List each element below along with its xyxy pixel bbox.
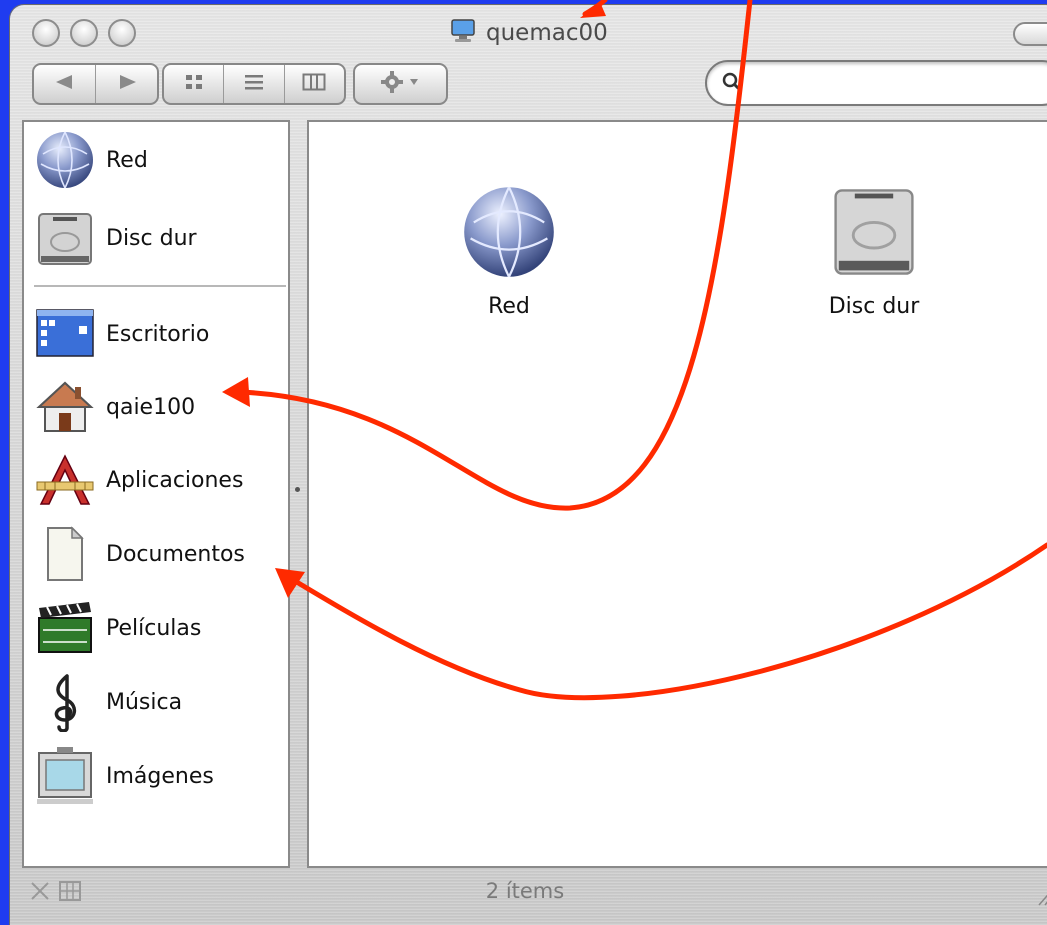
view-mode-buttons — [162, 63, 346, 105]
forward-button[interactable] — [96, 65, 157, 103]
window-title-text: quemac00 — [486, 20, 608, 46]
movies-clapper-icon — [34, 597, 96, 659]
magnifier-icon — [721, 71, 743, 97]
sidebar-item-label: Disc dur — [106, 225, 197, 251]
content-item-disc-dur[interactable]: Disc dur — [774, 184, 974, 319]
sidebar-item-label: Aplicaciones — [106, 467, 244, 493]
sidebar-item-label: Documentos — [106, 541, 245, 567]
gear-icon — [380, 70, 422, 98]
sidebar-item-qaie100[interactable]: qaie100 — [34, 375, 195, 439]
sidebar: Red Disc dur Escritorio qaie100 Aplicaci… — [22, 120, 290, 868]
file-browser-content: Red Disc dur — [307, 120, 1047, 868]
zoom-window-button[interactable] — [108, 19, 136, 47]
back-arrow-icon — [54, 74, 76, 94]
list-view-icon — [243, 73, 265, 95]
minimize-window-button[interactable] — [70, 19, 98, 47]
close-window-button[interactable] — [32, 19, 60, 47]
sidebar-item-escritorio[interactable]: Escritorio — [34, 302, 209, 366]
sidebar-item-label: Escritorio — [106, 321, 210, 347]
column-view-button[interactable] — [285, 65, 344, 103]
documents-icon — [34, 523, 96, 585]
sidebar-item-red[interactable]: Red — [34, 128, 148, 192]
sidebar-resize-handle[interactable] — [295, 487, 300, 492]
forward-arrow-icon — [116, 74, 138, 94]
sidebar-item-imagenes[interactable]: Imágenes — [34, 744, 214, 808]
desktop-icon — [34, 303, 96, 365]
content-item-label: Disc dur — [828, 294, 920, 319]
sidebar-divider — [34, 285, 286, 287]
status-bar: 2 ítems — [10, 873, 1047, 913]
hard-disk-icon — [34, 207, 96, 269]
action-menu-button[interactable] — [353, 63, 448, 105]
sidebar-item-disc-dur[interactable]: Disc dur — [34, 206, 197, 270]
applications-icon — [34, 449, 96, 511]
toolbar-toggle-button[interactable] — [1013, 22, 1047, 46]
hard-disk-icon — [826, 184, 922, 284]
sidebar-item-label: qaie100 — [106, 394, 196, 420]
search-field[interactable] — [705, 60, 1047, 106]
window-title: quemac00 — [450, 17, 608, 49]
sidebar-item-label: Red — [106, 147, 148, 173]
list-view-button[interactable] — [224, 65, 285, 103]
icon-view-button[interactable] — [164, 65, 225, 103]
pictures-frame-icon — [34, 745, 96, 807]
sidebar-item-label: Imágenes — [106, 763, 214, 789]
item-count-status: 2 ítems — [485, 879, 565, 903]
home-icon — [34, 376, 96, 438]
back-button[interactable] — [34, 65, 96, 103]
sidebar-item-label: Películas — [106, 615, 202, 641]
network-globe-icon — [34, 129, 96, 191]
column-view-icon — [302, 73, 326, 95]
computer-icon — [450, 18, 476, 48]
sidebar-item-aplicaciones[interactable]: Aplicaciones — [34, 448, 243, 512]
icon-view-icon — [183, 73, 205, 95]
content-item-red[interactable]: Red — [409, 184, 609, 319]
content-item-label: Red — [488, 294, 530, 319]
action-menu[interactable] — [355, 65, 446, 103]
finder-window: quemac00 Red Disc dur Escritorio qaie100… — [10, 5, 1047, 925]
network-globe-icon — [461, 184, 557, 284]
sidebar-item-musica[interactable]: Música — [34, 670, 182, 734]
resize-grip-icon[interactable] — [1035, 885, 1047, 911]
sidebar-item-label: Música — [106, 689, 183, 715]
sidebar-item-peliculas[interactable]: Películas — [34, 596, 201, 660]
sidebar-item-documentos[interactable]: Documentos — [34, 522, 245, 586]
navigation-buttons — [32, 63, 159, 105]
music-clef-icon — [34, 671, 96, 733]
